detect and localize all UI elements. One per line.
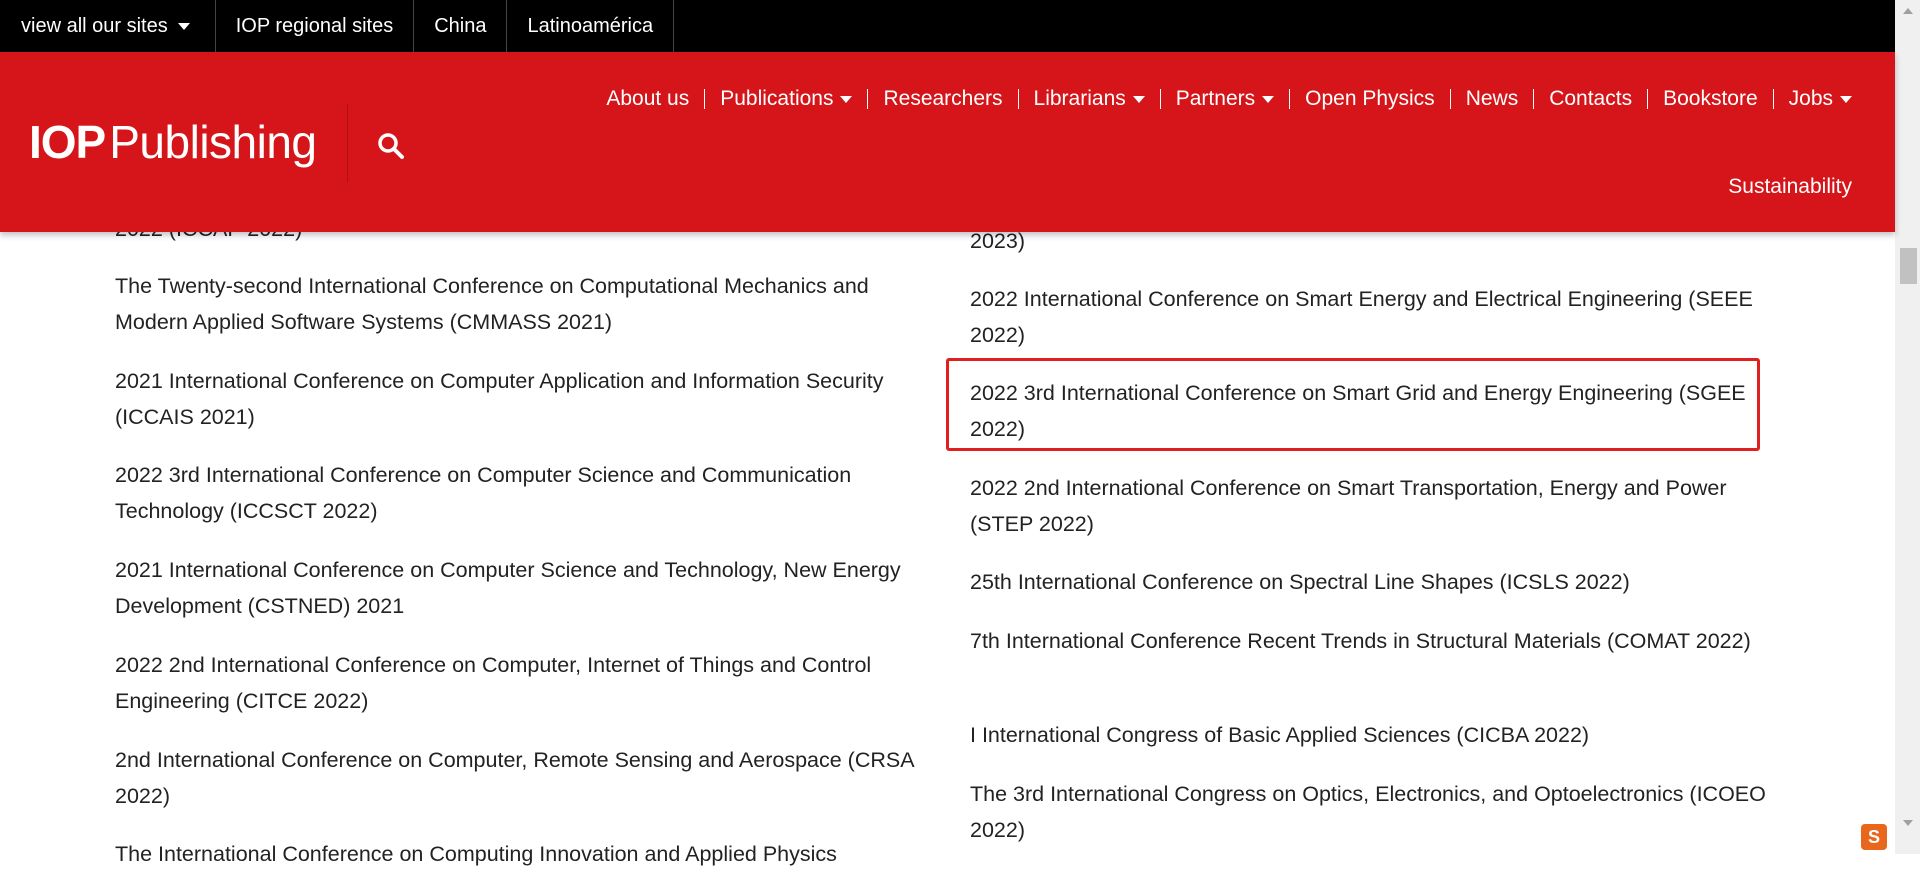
nav-label: Jobs	[1788, 87, 1833, 110]
chevron-down-icon	[177, 22, 190, 30]
nav-bookstore[interactable]: Bookstore	[1663, 87, 1758, 111]
conference-link[interactable]: I International Congress of Basic Applie…	[970, 717, 1785, 753]
logo-bold-text: IOP	[29, 116, 106, 168]
nav-sustainability[interactable]: Sustainability	[1728, 175, 1852, 199]
china-link[interactable]: China	[414, 0, 508, 52]
nav-partners[interactable]: Partners	[1175, 87, 1275, 111]
nav-about-us[interactable]: About us	[606, 87, 689, 111]
chevron-down-icon	[1132, 95, 1145, 103]
nav-label: Bookstore	[1663, 87, 1758, 110]
regional-sites-link[interactable]: IOP regional sites	[216, 0, 415, 52]
nav-label: Publications	[720, 87, 834, 110]
search-icon[interactable]	[376, 131, 406, 161]
nav-jobs[interactable]: Jobs	[1789, 87, 1852, 111]
top-site-bar: view all our sites IOP regional sites Ch…	[0, 0, 1895, 52]
ime-icon[interactable]: S	[1861, 824, 1887, 850]
conference-link[interactable]: 2nd International Conference on Computer…	[115, 742, 935, 814]
nav-researchers[interactable]: Researchers	[883, 87, 1002, 111]
nav-librarians[interactable]: Librarians	[1034, 87, 1145, 111]
nav-label: Librarians	[1033, 87, 1126, 110]
view-all-sites-label: view all our sites	[21, 14, 168, 37]
conference-link[interactable]: 2022 2nd International Conference on Com…	[115, 647, 935, 719]
nav-open-physics[interactable]: Open Physics	[1305, 87, 1435, 111]
nav-contacts[interactable]: Contacts	[1549, 87, 1632, 111]
logo-divider	[347, 104, 348, 182]
nav-publications[interactable]: Publications	[720, 87, 853, 111]
chevron-down-icon	[840, 95, 853, 103]
page-scrollbar[interactable]	[1895, 0, 1920, 854]
nav-label: Researchers	[883, 87, 1003, 110]
nav-label: News	[1465, 87, 1519, 110]
view-all-sites-dropdown[interactable]: view all our sites	[0, 0, 216, 52]
chevron-down-icon	[1262, 95, 1275, 103]
nav-label: Contacts	[1549, 87, 1633, 110]
conference-link[interactable]: The Twenty-second International Conferen…	[115, 268, 935, 340]
scroll-up-icon[interactable]	[1903, 8, 1913, 14]
nav-separator	[1647, 89, 1649, 109]
nav-separator	[704, 89, 706, 109]
conference-link[interactable]: 25th International Conference on Spectra…	[970, 564, 1785, 600]
conference-link[interactable]: 2022 2nd International Conference on Sma…	[970, 470, 1785, 542]
conference-link[interactable]: 2021 International Conference on Compute…	[115, 363, 935, 435]
conference-link[interactable]: The International Conference on Computin…	[115, 836, 935, 872]
nav-separator	[1772, 89, 1774, 109]
conference-link[interactable]: 2021 International Conference on Compute…	[115, 552, 935, 624]
site-header: IOPPublishing About us Publications Rese…	[0, 52, 1895, 232]
nav-separator	[867, 89, 869, 109]
nav-separator	[1017, 89, 1019, 109]
scroll-down-icon[interactable]	[1903, 820, 1913, 826]
latinoamerica-link[interactable]: Latinoamérica	[507, 0, 675, 52]
conference-link[interactable]: 2022 3rd International Conference on Com…	[115, 457, 935, 529]
nav-label: About us	[606, 87, 690, 110]
logo-text: Publishing	[109, 116, 317, 168]
nav-separator	[1289, 89, 1291, 109]
nav-separator	[1159, 89, 1161, 109]
nav-separator	[1449, 89, 1451, 109]
scroll-thumb[interactable]	[1900, 248, 1917, 284]
chevron-down-icon	[1840, 95, 1852, 103]
iop-publishing-logo[interactable]: IOPPublishing	[29, 114, 317, 170]
main-nav: About us Publications Researchers Librar…	[606, 84, 1852, 114]
nav-news[interactable]: News	[1466, 87, 1519, 111]
conference-link[interactable]: 2022 International Conference on Smart E…	[970, 281, 1785, 353]
nav-label: Open Physics	[1305, 87, 1435, 110]
highlight-box	[946, 358, 1760, 451]
conference-link[interactable]: 7th International Conference Recent Tren…	[970, 623, 1785, 659]
conference-link[interactable]: The 3rd International Congress on Optics…	[970, 776, 1785, 848]
nav-label: Partners	[1175, 87, 1256, 110]
nav-separator	[1533, 89, 1535, 109]
